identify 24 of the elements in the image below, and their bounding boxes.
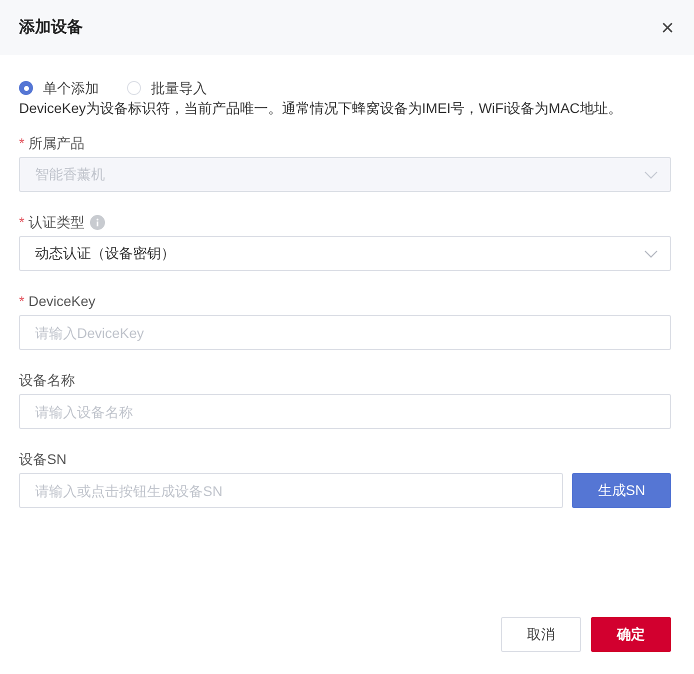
chevron-down-icon (644, 170, 658, 178)
mode-radio[interactable]: 单个添加 (19, 78, 99, 98)
confirm-button[interactable]: 确定 (591, 617, 671, 652)
select-value: 动态认证（设备密钥） (35, 244, 175, 263)
dialog-title: 添加设备 (19, 18, 83, 38)
field-label: DeviceKey (28, 292, 96, 311)
field-label: 认证类型 (28, 212, 84, 232)
select-field[interactable]: 动态认证（设备密钥） (19, 236, 671, 271)
text-field[interactable]: 请输入设备名称 (19, 394, 671, 429)
close-button[interactable]: × (661, 16, 674, 38)
cancel-button[interactable]: 取消 (501, 617, 581, 652)
mode-radio[interactable]: 批量导入 (127, 78, 207, 98)
description-text: DeviceKey为设备标识符，当前产品唯一。通常情况下蜂窝设备为IMEI号，WiFi设备为MAC地址。 (19, 99, 623, 118)
required-asterisk: * (19, 134, 24, 152)
field-label: 所属产品 (28, 134, 84, 152)
generate-sn-button[interactable]: 生成SN (572, 473, 671, 508)
text-field[interactable]: 请输入DeviceKey (19, 315, 671, 350)
info-icon (90, 214, 106, 230)
required-asterisk: * (19, 292, 24, 310)
required-asterisk: * (19, 212, 24, 232)
chevron-down-icon (644, 250, 658, 258)
field-label: 设备名称 (19, 370, 75, 390)
field-label: 设备SN (19, 450, 66, 468)
text-field[interactable]: 请输入或点击按钮生成设备SN (19, 473, 563, 508)
